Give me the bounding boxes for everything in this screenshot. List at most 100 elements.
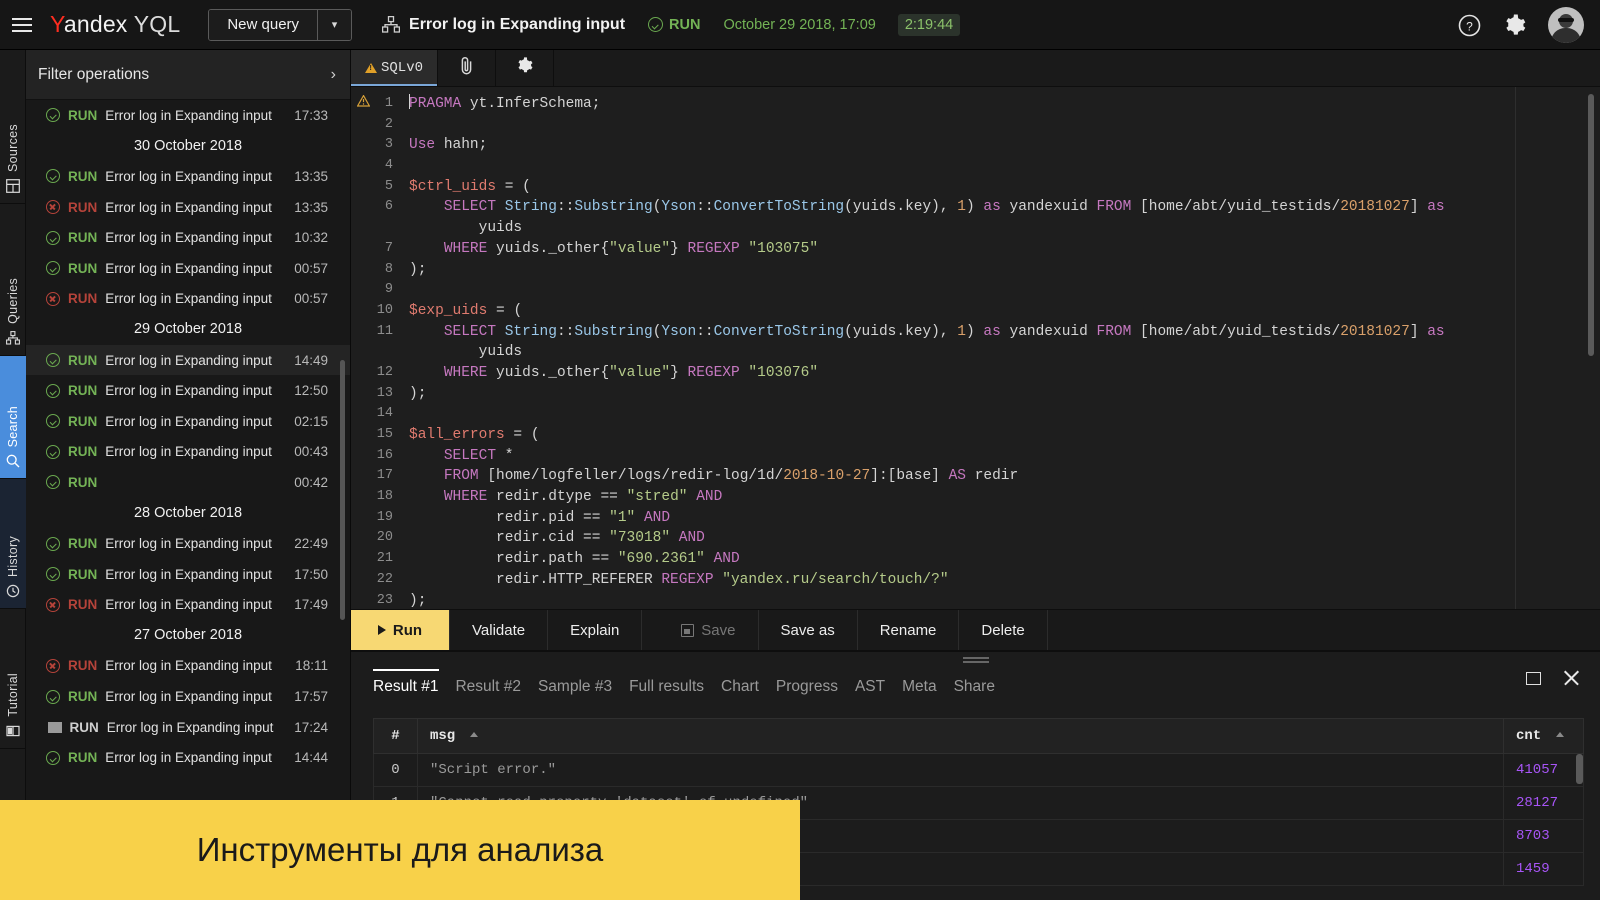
list-item[interactable]: RUN Error log in Expanding input 02:15 xyxy=(26,406,350,437)
tab-ast[interactable]: AST xyxy=(855,678,902,708)
search-icon xyxy=(6,454,20,468)
new-query-button[interactable]: New query xyxy=(209,9,318,40)
gear-icon[interactable] xyxy=(1503,13,1526,37)
list-item[interactable]: RUN Error log in Expanding input 18:11 xyxy=(26,651,350,682)
results-scrollbar[interactable] xyxy=(1576,754,1583,784)
filter-operations-bar[interactable]: Filter operations › xyxy=(26,50,350,100)
run-button[interactable]: Run xyxy=(351,610,450,650)
close-icon[interactable] xyxy=(1563,670,1580,687)
date-separator: 27 October 2018 xyxy=(133,627,243,644)
save-as-button[interactable]: Save as xyxy=(759,610,858,650)
check-circle-icon xyxy=(46,444,60,459)
tab-sqlv0[interactable]: SQLv0 xyxy=(351,50,439,86)
tab-progress[interactable]: Progress xyxy=(776,678,855,708)
column-header-msg[interactable]: msg xyxy=(417,718,1504,754)
list-item-time: 00:42 xyxy=(294,474,328,490)
list-item-time: 18:11 xyxy=(295,658,328,674)
list-item[interactable]: RUN Error log in Expanding input 13:35 xyxy=(26,192,350,223)
list-item-run-label: RUN xyxy=(68,597,98,613)
date-separator: 28 October 2018 xyxy=(133,504,243,521)
check-circle-icon xyxy=(46,353,60,368)
code-text: ); xyxy=(409,385,427,402)
check-circle-icon xyxy=(46,750,60,765)
sidebar-item-tutorial[interactable]: Tutorial xyxy=(0,609,26,749)
maximize-icon[interactable] xyxy=(1526,672,1541,685)
save-button[interactable]: Save xyxy=(659,610,759,650)
code-text: WHERE yuids._other{"value"} REGEXP "1030… xyxy=(443,240,819,257)
editor-pane: SQLv0 1PRAGMA yt.InferSchema;23Use xyxy=(351,50,1600,900)
sidebar-scrollbar[interactable] xyxy=(340,360,345,620)
list-item[interactable]: RUN Error log in Expanding input 12:50 xyxy=(26,375,350,406)
yql-app: Yandex YQL New query ▾ Error log in Expa… xyxy=(0,0,1600,900)
list-item[interactable]: RUN Error log in Expanding input 17:24 xyxy=(26,712,350,743)
line-number: 5 xyxy=(384,178,393,194)
list-item[interactable]: RUN Error log in Expanding input 00:57 xyxy=(26,253,350,284)
explain-button[interactable]: Explain xyxy=(548,610,643,650)
column-header-index[interactable]: # xyxy=(373,718,418,754)
action-toolbar: Run Validate Explain Save Save as Rename… xyxy=(351,609,1600,651)
resize-handle[interactable] xyxy=(962,657,989,665)
code-editor[interactable]: 1 PRAGMA yt.InferSchema; 2 3 Use hahn; 4 5 $ctr… xyxy=(351,87,1600,609)
sidebar-item-queries[interactable]: Queries xyxy=(0,204,26,356)
list-item[interactable]: RUN 00:42 xyxy=(26,467,350,498)
gear-icon xyxy=(516,57,533,79)
list-item-run-label: RUN xyxy=(68,230,98,246)
check-circle-icon xyxy=(46,169,60,184)
sidebar-item-search[interactable]: Search xyxy=(0,356,26,479)
code-text: redir.HTTP_REFERER REGEXP "yandex.ru/sea… xyxy=(496,571,949,588)
list-item-time: 17:50 xyxy=(294,566,328,582)
hamburger-icon[interactable] xyxy=(0,0,44,50)
delete-button[interactable]: Delete xyxy=(959,610,1048,650)
rename-button[interactable]: Rename xyxy=(858,610,960,650)
cell-cnt: 28127 xyxy=(1503,786,1584,820)
operations-list[interactable]: RUN Error log in Expanding input 17:33 30 O… xyxy=(26,100,350,900)
new-query-group: New query ▾ xyxy=(208,8,353,41)
list-item[interactable]: RUN Error log in Expanding input 13:35 xyxy=(26,161,350,192)
tab-result-2[interactable]: Result #2 xyxy=(455,678,537,708)
sidebar-item-sources[interactable]: Sources xyxy=(0,50,26,204)
list-item[interactable]: RUN Error log in Expanding input 17:50 xyxy=(26,559,350,590)
tab-attachments[interactable] xyxy=(438,50,497,86)
list-item[interactable]: RUN Error log in Expanding input 14:49 xyxy=(26,344,350,376)
code-lines: 1 PRAGMA yt.InferSchema; 2 3 Use hahn; 4 5 $ctr… xyxy=(351,87,1600,609)
tab-editor-settings[interactable] xyxy=(496,50,555,86)
list-item[interactable]: RUN Error log in Expanding input 14:44 xyxy=(26,742,350,773)
list-item[interactable]: RUN Error log in Expanding input 10:32 xyxy=(26,222,350,253)
code-line: yuids xyxy=(351,218,1600,239)
help-circle-icon[interactable]: ? xyxy=(1458,14,1481,37)
list-item-run-label: RUN xyxy=(68,536,98,552)
list-item[interactable]: RUN Error log in Expanding input 00:57 xyxy=(26,284,350,315)
code-line: 3 Use hahn; xyxy=(351,135,1600,156)
list-item-name: Error log in Expanding input xyxy=(105,230,272,246)
list-item[interactable]: RUN Error log in Expanding input 17:57 xyxy=(26,681,350,712)
sidebar-item-sources-label: Sources xyxy=(6,124,20,172)
chevron-down-icon[interactable]: ▾ xyxy=(317,9,352,40)
error-circle-icon xyxy=(46,597,60,612)
tab-share[interactable]: Share xyxy=(954,678,1012,708)
column-header-cnt[interactable]: cnt xyxy=(1503,718,1584,754)
list-item[interactable]: RUN Error log in Expanding input 17:49 xyxy=(26,590,350,621)
list-item[interactable]: RUN Error log in Expanding input 22:49 xyxy=(26,528,350,559)
play-icon xyxy=(377,625,386,635)
filter-operations-label: Filter operations xyxy=(38,65,150,83)
check-circle-icon xyxy=(46,567,60,582)
editor-scrollbar[interactable] xyxy=(1588,94,1594,356)
brand-logo[interactable]: Yandex YQL xyxy=(50,11,180,38)
list-item-name: Error log in Expanding input xyxy=(105,413,272,429)
chevron-right-icon[interactable]: › xyxy=(331,66,336,84)
validate-button[interactable]: Validate xyxy=(450,610,549,650)
list-item[interactable]: RUN Error log in Expanding input 17:33 xyxy=(26,100,350,131)
list-item[interactable]: RUN Error log in Expanding input 00:43 xyxy=(26,437,350,468)
list-item-name: Error log in Expanding input xyxy=(105,383,272,399)
tab-meta[interactable]: Meta xyxy=(902,678,953,708)
tab-chart[interactable]: Chart xyxy=(721,678,776,708)
sidebar-item-history[interactable]: History xyxy=(0,479,26,609)
query-graph-icon xyxy=(382,15,401,34)
sidebar-item-history-label: History xyxy=(6,536,20,577)
avatar[interactable] xyxy=(1548,7,1584,43)
tab-sample-3[interactable]: Sample #3 xyxy=(538,678,629,708)
tab-full-results[interactable]: Full results xyxy=(629,678,721,708)
table-row[interactable]: 0 "Script error." 41057 xyxy=(373,753,1584,787)
list-item-run-label: RUN xyxy=(68,352,98,368)
tab-result-1[interactable]: Result #1 xyxy=(373,669,455,708)
